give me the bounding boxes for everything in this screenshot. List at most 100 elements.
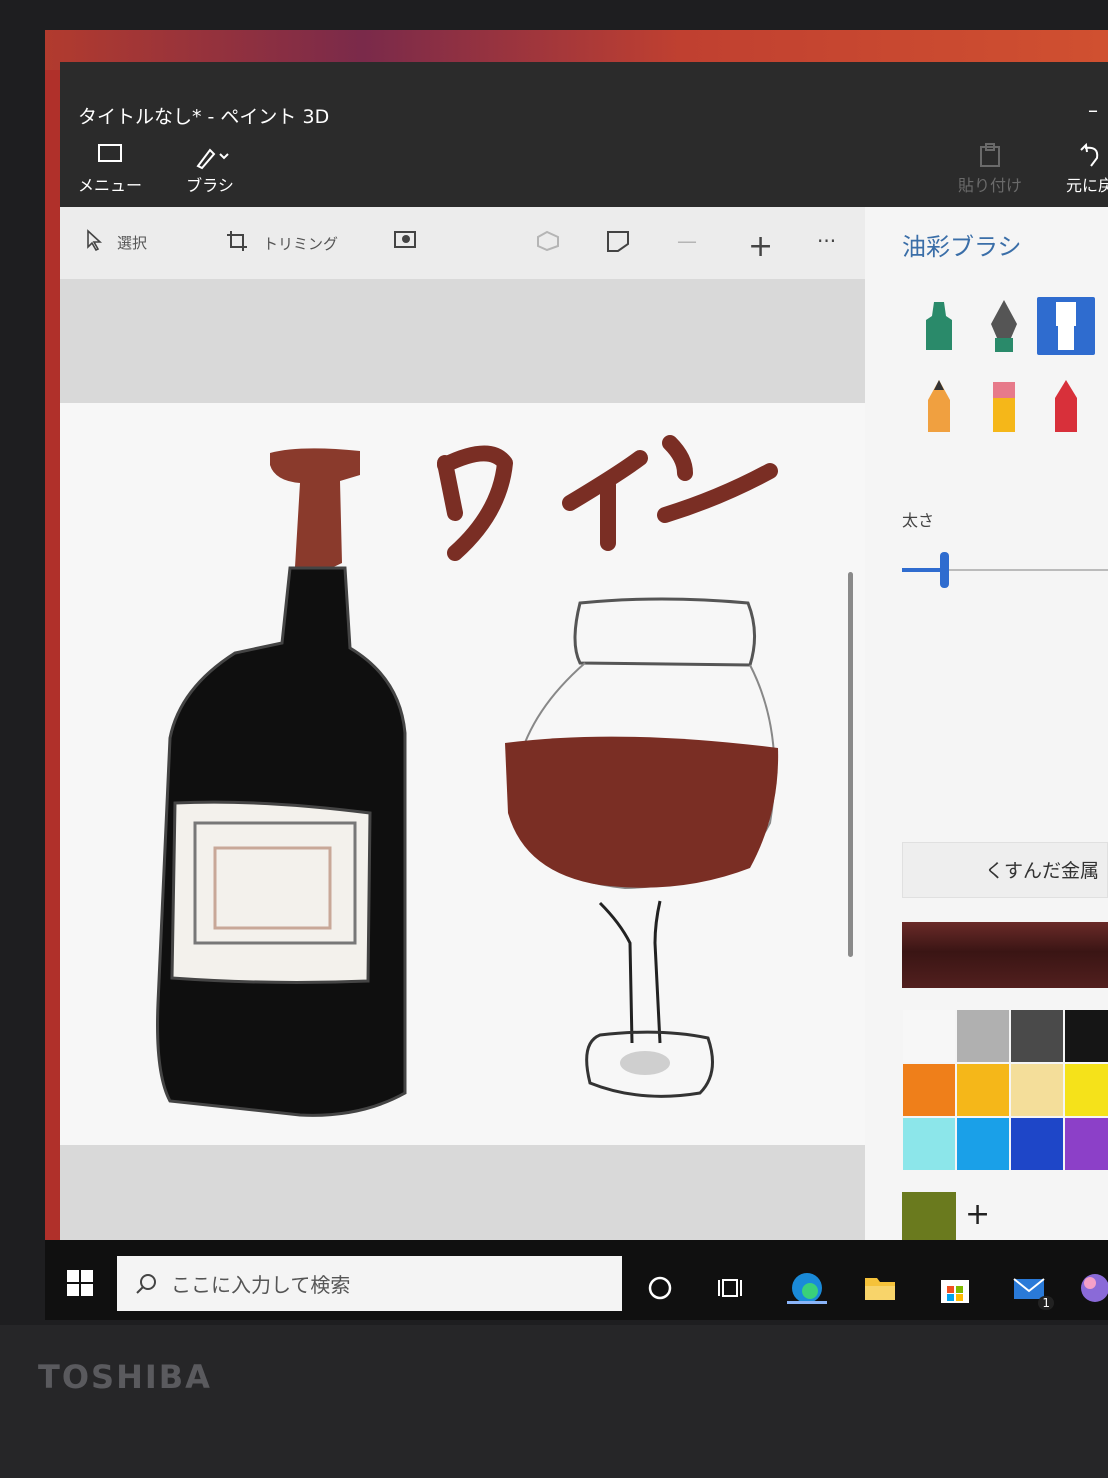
brush-icon bbox=[170, 142, 250, 172]
eraser-brush[interactable] bbox=[975, 377, 1033, 435]
edge-browser-button[interactable] bbox=[787, 1268, 827, 1308]
crop-label: トリミング bbox=[263, 235, 339, 253]
marker-icon bbox=[926, 302, 952, 350]
undo-label: 元に戻 bbox=[1065, 176, 1108, 195]
palette-color-9[interactable] bbox=[956, 1117, 1010, 1171]
undo-button[interactable]: 元に戻 bbox=[1050, 142, 1108, 196]
file-explorer-button[interactable] bbox=[860, 1268, 900, 1308]
vertical-scrollbar[interactable] bbox=[848, 572, 853, 957]
canvas-area: 選択 トリミング — + ··· bbox=[60, 207, 865, 1270]
more-icon: ··· bbox=[817, 229, 837, 253]
flag-icon bbox=[605, 229, 631, 258]
palette-color-10[interactable] bbox=[1010, 1117, 1064, 1171]
palette-color-8[interactable] bbox=[902, 1117, 956, 1171]
marker-brush[interactable] bbox=[910, 297, 968, 355]
zoom-out-button[interactable]: — bbox=[677, 229, 697, 253]
menu-icon bbox=[70, 142, 150, 172]
bottle-cap bbox=[270, 448, 360, 571]
glass-bowl bbox=[573, 597, 757, 667]
brush-button[interactable]: ブラシ bbox=[170, 142, 250, 196]
3d-view-icon bbox=[535, 229, 561, 256]
zoom-in-button[interactable]: + bbox=[748, 229, 773, 264]
windows-logo-icon bbox=[67, 1270, 93, 1296]
paint3d-window: タイトルなし* - ペイント 3D – メニュー ブラシ 貼り付け 元に戻 選択… bbox=[60, 62, 1108, 1270]
drawing-canvas[interactable] bbox=[60, 403, 865, 1145]
minimize-button[interactable]: – bbox=[1088, 98, 1098, 122]
menu-button[interactable]: メニュー bbox=[70, 142, 150, 196]
oil-brush[interactable] bbox=[1037, 297, 1095, 355]
sticker-tool[interactable] bbox=[605, 229, 631, 258]
3d-view-tool[interactable] bbox=[535, 229, 561, 256]
magic-select-tool[interactable] bbox=[393, 229, 419, 256]
device-brand-logo: TOSHIBA bbox=[38, 1358, 212, 1396]
palette-color-3[interactable] bbox=[1064, 1009, 1108, 1063]
cortana-icon bbox=[648, 1276, 672, 1300]
mail-button[interactable]: 1 bbox=[1010, 1268, 1054, 1310]
select-tool[interactable]: 選択 bbox=[85, 229, 147, 256]
window-title: タイトルなし* - ペイント 3D bbox=[78, 106, 330, 128]
drawing bbox=[156, 435, 779, 1117]
calligraphy-pen-icon bbox=[991, 300, 1017, 352]
eraser-icon bbox=[993, 382, 1015, 432]
palette-color-0[interactable] bbox=[902, 1009, 956, 1063]
mail-badge: 1 bbox=[1038, 1296, 1054, 1310]
laptop-bezel-bottom bbox=[0, 1325, 1108, 1478]
palette-color-7[interactable] bbox=[1064, 1063, 1108, 1117]
brush-panel: 油彩ブラシ 太さ くすんだ金属 + bbox=[865, 207, 1108, 1270]
store-icon bbox=[941, 1280, 969, 1303]
windows-start-button[interactable] bbox=[67, 1270, 93, 1296]
crayon-icon bbox=[1055, 380, 1077, 432]
task-view-icon bbox=[718, 1279, 742, 1297]
menu-label: メニュー bbox=[77, 176, 142, 195]
crop-tool[interactable]: トリミング bbox=[225, 229, 338, 258]
crayon-brush[interactable] bbox=[1037, 377, 1095, 435]
oil-brush-icon bbox=[1056, 302, 1076, 350]
taskbar: ここに入力して検索 1 bbox=[45, 1240, 1108, 1320]
glass-base-shadow bbox=[620, 1051, 670, 1075]
screen: タイトルなし* - ペイント 3D – メニュー ブラシ 貼り付け 元に戻 選択… bbox=[45, 30, 1108, 1320]
palette-color-5[interactable] bbox=[956, 1063, 1010, 1117]
paste-label: 貼り付け bbox=[957, 176, 1022, 195]
thickness-label: 太さ bbox=[902, 511, 935, 530]
custom-color-swatch[interactable] bbox=[902, 1192, 956, 1246]
folder-icon bbox=[865, 1278, 895, 1300]
taskbar-search-box[interactable]: ここに入力して検索 bbox=[117, 1256, 622, 1311]
edge-icon bbox=[792, 1273, 822, 1303]
undo-icon bbox=[1050, 142, 1108, 172]
add-color-button[interactable]: + bbox=[965, 1197, 990, 1232]
paste-icon bbox=[950, 142, 1030, 172]
glass-wine bbox=[505, 736, 779, 888]
paint3d-taskbar-button[interactable] bbox=[1075, 1268, 1108, 1308]
brush-label: ブラシ bbox=[186, 176, 234, 195]
zoom-in-icon: + bbox=[748, 229, 774, 264]
bottle-label bbox=[170, 800, 372, 984]
thickness-slider-knob[interactable] bbox=[940, 552, 949, 588]
search-placeholder: ここに入力して検索 bbox=[171, 1273, 351, 1297]
store-button[interactable] bbox=[935, 1268, 975, 1308]
task-view-button[interactable] bbox=[710, 1268, 750, 1308]
canvas-toolbar: 選択 トリミング — + ··· bbox=[60, 207, 865, 279]
current-color-swatch[interactable] bbox=[902, 922, 1108, 988]
color-palette bbox=[902, 1009, 1108, 1171]
pencil-icon bbox=[928, 380, 950, 432]
palette-color-2[interactable] bbox=[1010, 1009, 1064, 1063]
select-label: 選択 bbox=[117, 234, 148, 252]
calligraphy-pen-brush[interactable] bbox=[975, 297, 1033, 355]
more-button[interactable]: ··· bbox=[817, 229, 836, 253]
active-indicator bbox=[787, 1301, 827, 1304]
cortana-button[interactable] bbox=[640, 1268, 680, 1308]
cursor-icon bbox=[85, 229, 103, 256]
palette-color-1[interactable] bbox=[956, 1009, 1010, 1063]
magic-select-icon bbox=[393, 229, 419, 256]
pencil-brush[interactable] bbox=[910, 377, 968, 435]
palette-color-11[interactable] bbox=[1064, 1117, 1108, 1171]
palette-color-6[interactable] bbox=[1010, 1063, 1064, 1117]
search-icon bbox=[136, 1273, 156, 1294]
paste-button[interactable]: 貼り付け bbox=[950, 142, 1030, 196]
thickness-slider-fill bbox=[902, 568, 944, 572]
drawing-text-wine bbox=[437, 435, 778, 561]
palette-color-4[interactable] bbox=[902, 1063, 956, 1117]
material-dropdown[interactable]: くすんだ金属 bbox=[902, 842, 1108, 898]
panel-title: 油彩ブラシ bbox=[902, 233, 1022, 261]
title-bar: タイトルなし* - ペイント 3D – メニュー ブラシ 貼り付け 元に戻 bbox=[60, 62, 1108, 207]
